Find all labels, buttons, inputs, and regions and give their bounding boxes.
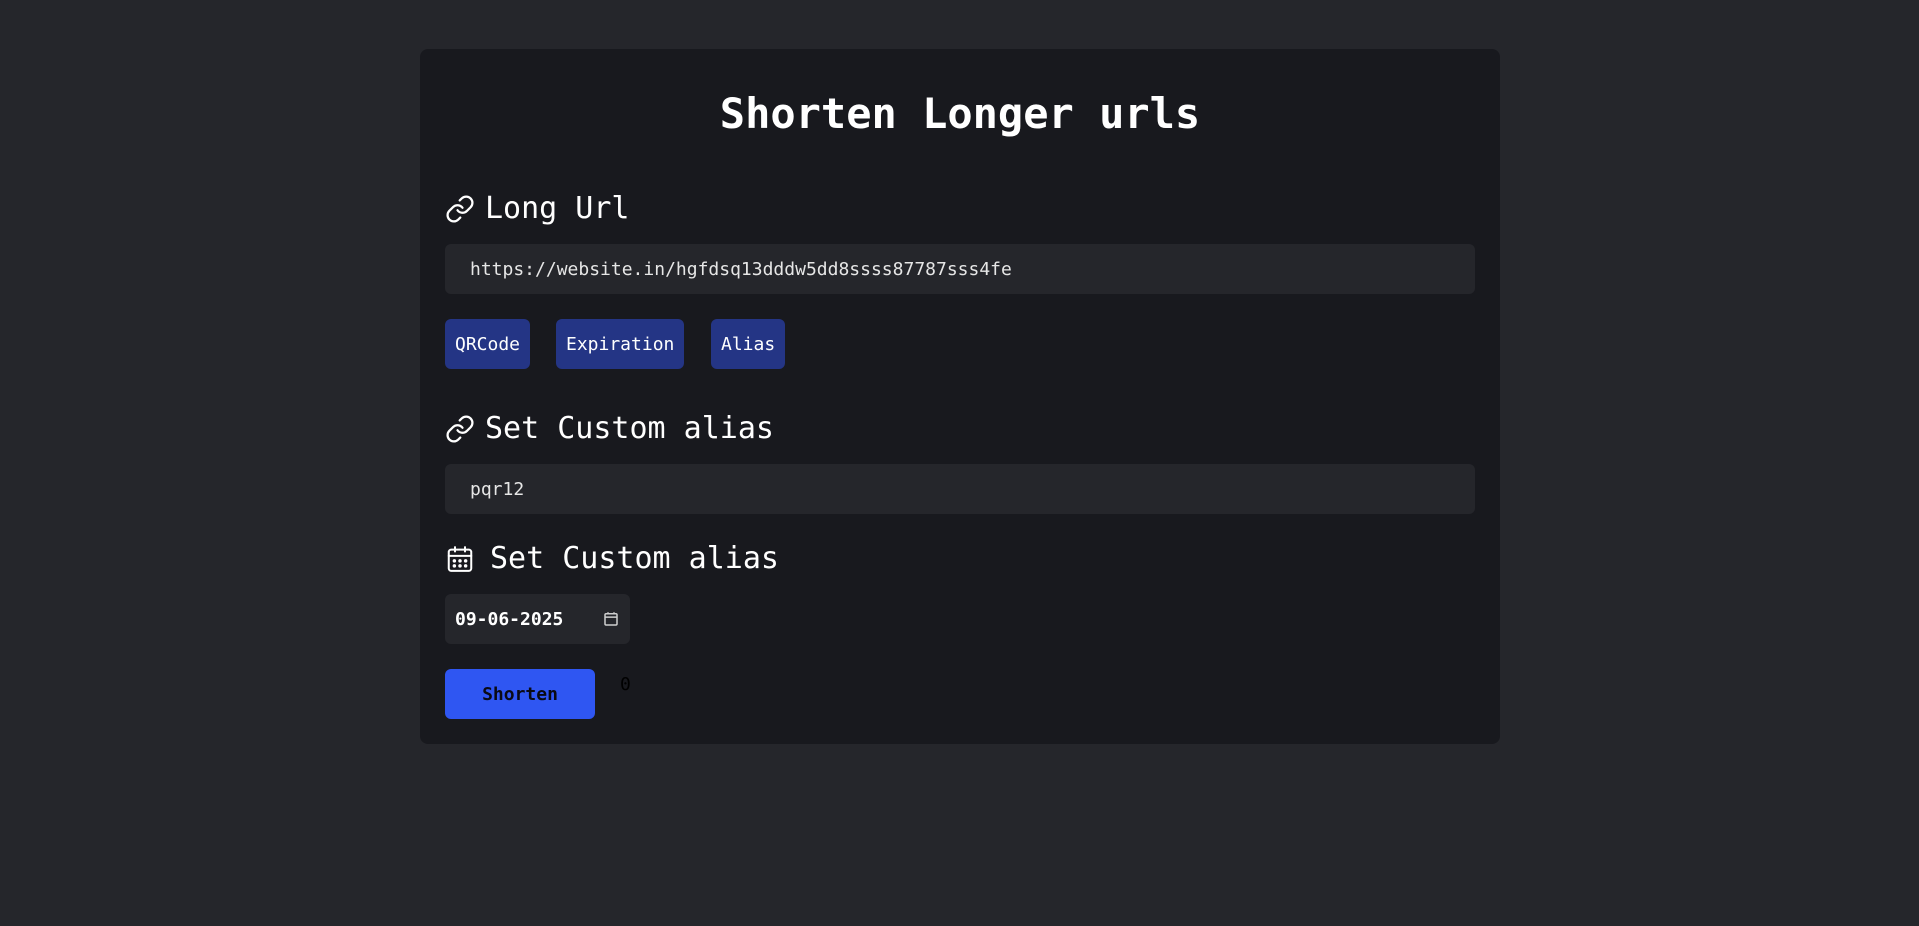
click-counter: 0 [620,674,631,695]
link-icon [445,194,475,224]
link-icon [445,414,475,444]
page-title: Shorten Longer urls [719,89,1201,138]
calendar-icon [445,544,475,574]
expiration-date-label-text: Set Custom alias [490,541,779,576]
long-url-input[interactable] [445,244,1475,294]
date-value: 09-06-2025 [455,608,564,630]
long-url-label: Long Url [445,191,630,227]
custom-alias-label: Set Custom alias [445,411,774,447]
shorten-button[interactable]: Shorten [445,669,595,719]
alias-button[interactable]: Alias [711,319,786,369]
expiration-date-input[interactable]: 09-06-2025 [445,594,630,644]
qrcode-button[interactable]: QRCode [445,319,531,369]
long-url-label-text: Long Url [485,191,630,226]
custom-alias-input[interactable] [445,464,1475,514]
expiration-button[interactable]: Expiration [556,319,685,369]
expiration-date-label: Set Custom alias [445,541,779,577]
calendar-picker-icon[interactable] [602,610,620,628]
shortener-card: Shorten Longer urls Long Url QRCode Expi… [420,49,1500,744]
custom-alias-label-text: Set Custom alias [485,411,774,446]
